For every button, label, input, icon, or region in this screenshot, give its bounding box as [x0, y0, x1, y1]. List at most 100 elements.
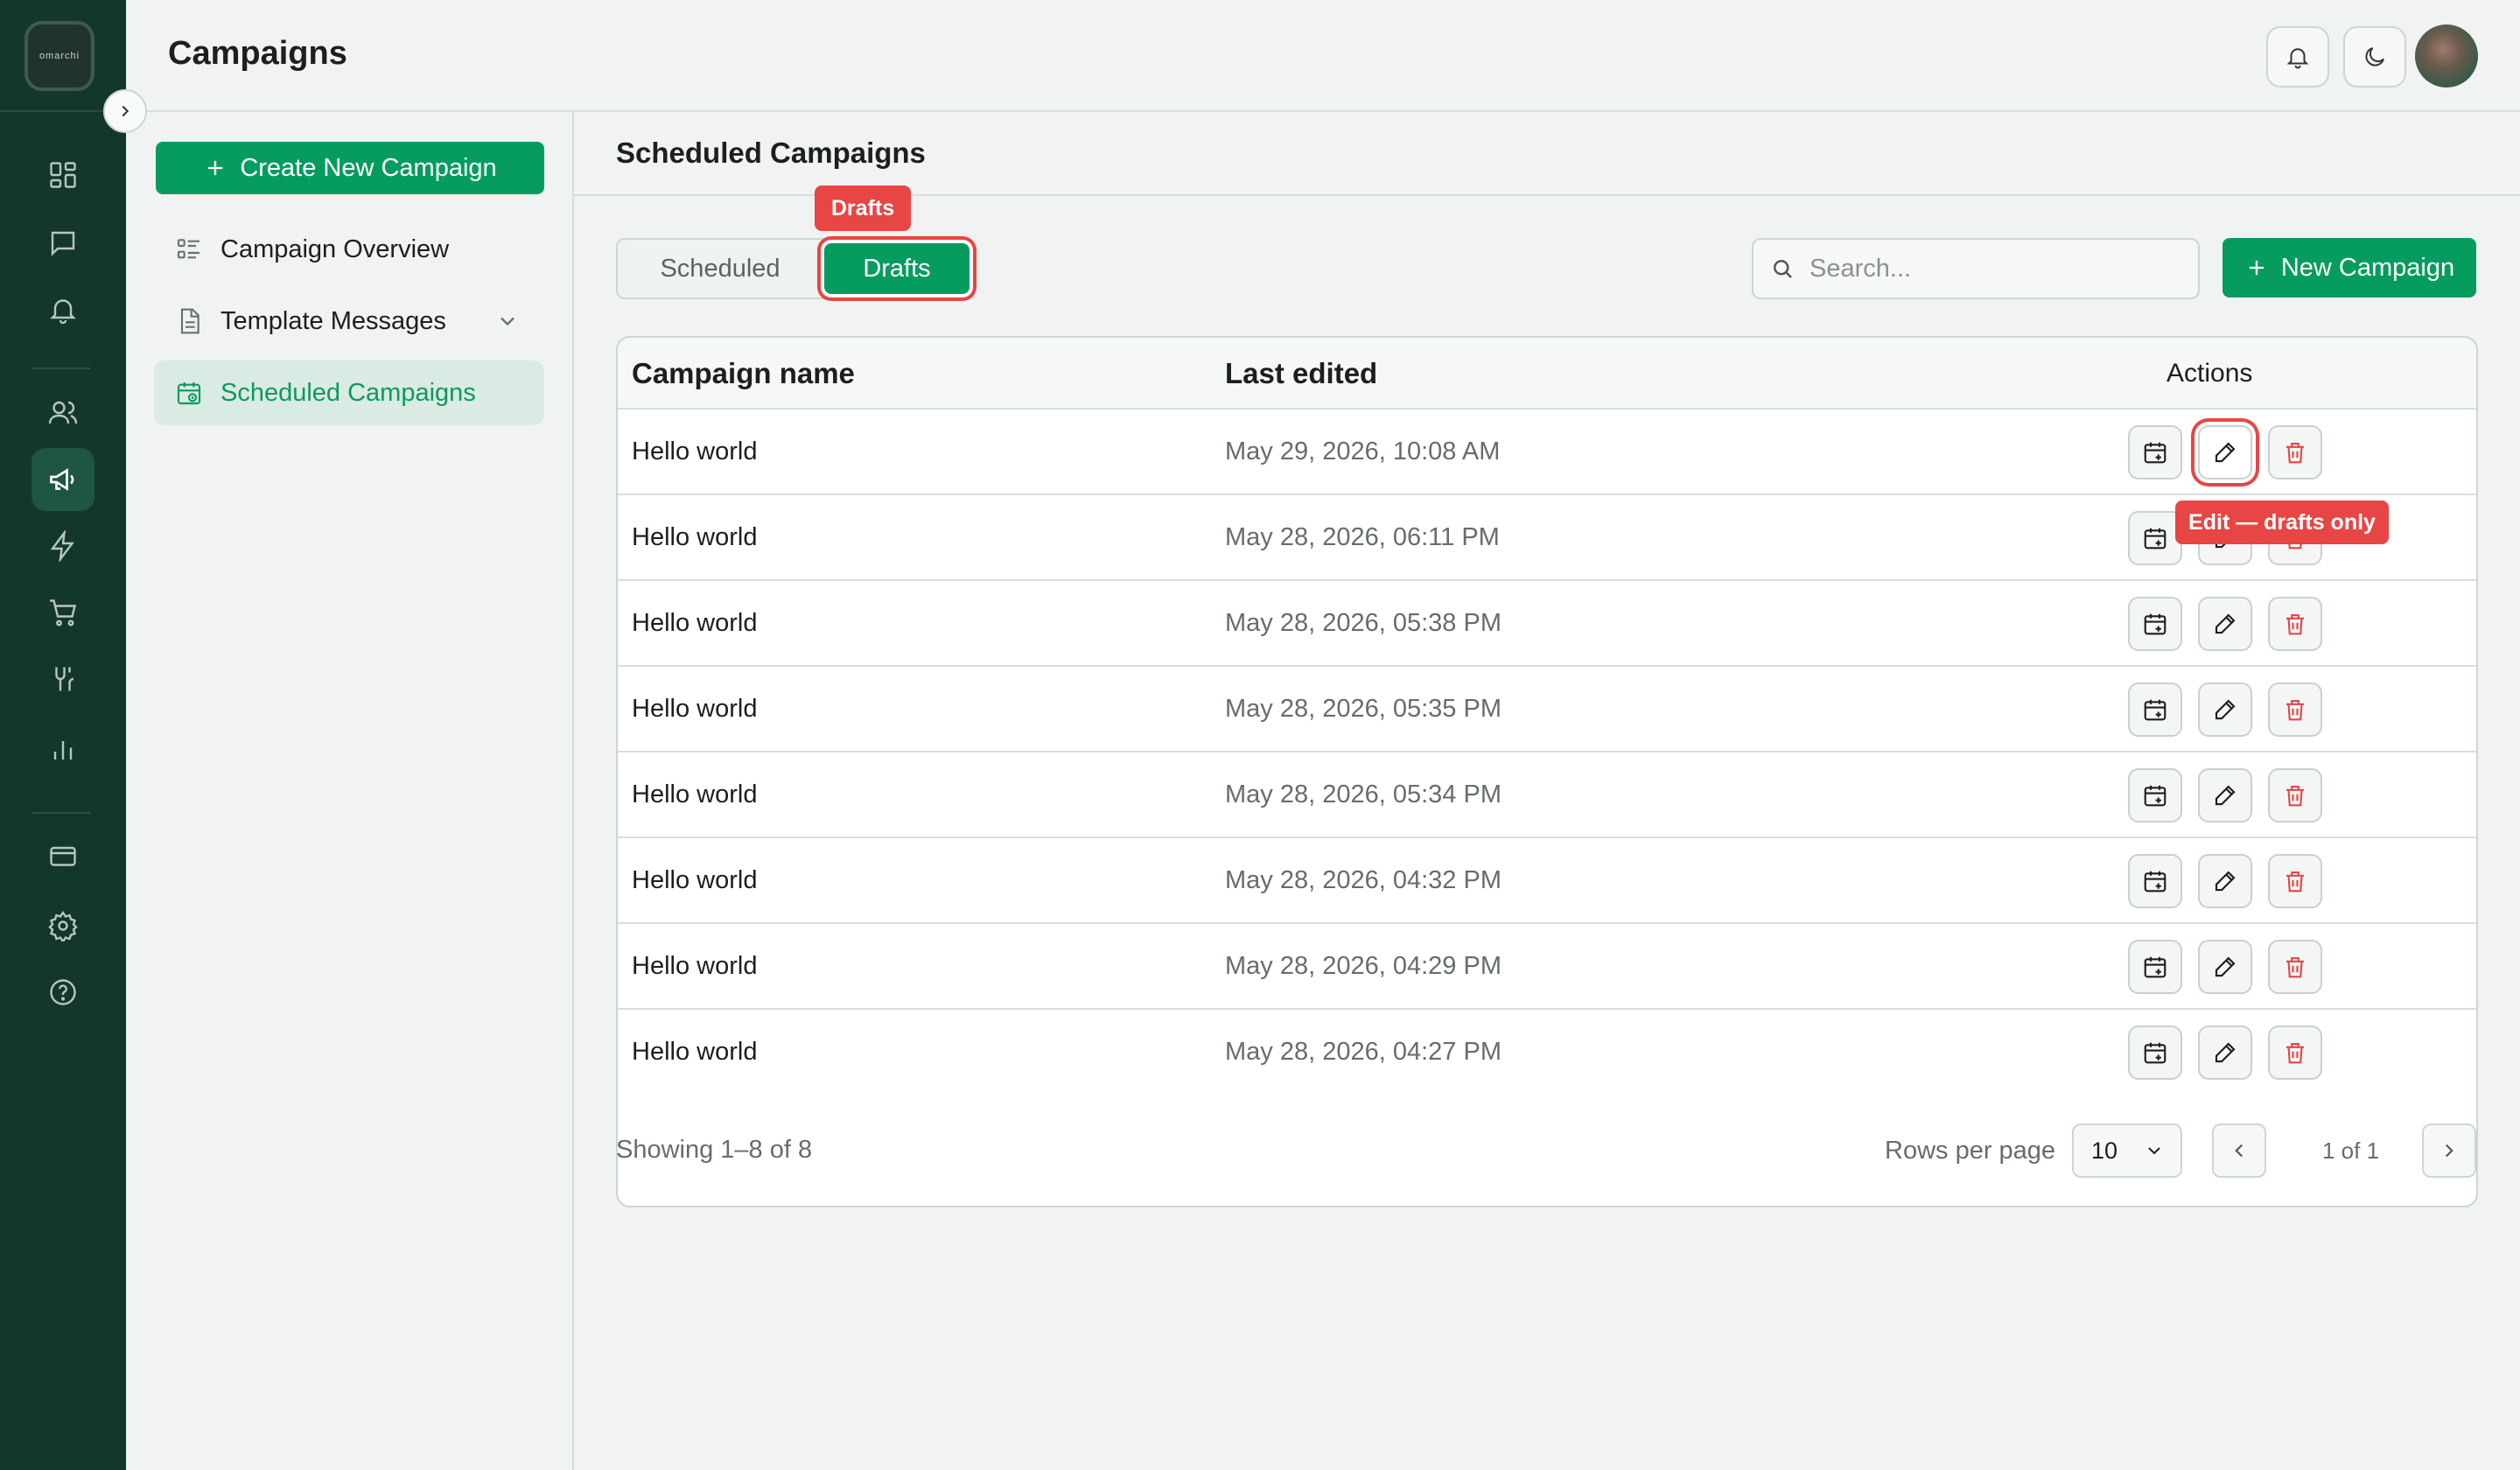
contacts-icon[interactable] — [32, 382, 94, 444]
tab-drafts[interactable]: Drafts — [824, 243, 970, 294]
delete-button[interactable] — [2268, 597, 2322, 651]
calendar-plus-icon — [2142, 954, 2168, 980]
delete-button[interactable] — [2268, 940, 2322, 994]
edit-button[interactable] — [2198, 940, 2252, 994]
automation-icon[interactable] — [32, 514, 94, 578]
plus-icon — [2249, 260, 2264, 276]
help-icon[interactable] — [32, 961, 94, 1024]
dashboard-icon[interactable] — [32, 144, 94, 206]
table-row: Hello world May 28, 2026, 04:29 PM — [618, 924, 2476, 1010]
document-icon — [180, 308, 200, 334]
avatar[interactable] — [2415, 24, 2478, 88]
rows-per-page-label: Rows per page — [1885, 1137, 2056, 1165]
chevron-down-icon[interactable] — [495, 309, 520, 333]
last-edited-cell: May 29, 2026, 10:08 AM — [1225, 438, 1501, 466]
rows-per-page-value: 10 — [2091, 1137, 2118, 1164]
schedule-button[interactable] — [2128, 682, 2182, 737]
integrations-icon[interactable] — [32, 648, 94, 710]
theme-toggle-button[interactable] — [2343, 26, 2406, 88]
chevron-down-icon — [2148, 1147, 2160, 1155]
table-row: Hello world May 28, 2026, 05:38 PM — [618, 581, 2476, 667]
tab-scheduled[interactable]: Scheduled — [620, 242, 821, 296]
last-edited-cell: May 28, 2026, 05:35 PM — [1225, 695, 1502, 723]
campaign-name-cell: Hello world — [632, 695, 758, 723]
edit-button[interactable] — [2198, 854, 2252, 908]
delete-button[interactable] — [2268, 425, 2322, 480]
next-page-button[interactable] — [2422, 1124, 2476, 1178]
delete-button[interactable] — [2268, 682, 2322, 737]
new-campaign-button[interactable]: New Campaign — [2222, 238, 2476, 298]
calendar-plus-icon — [2142, 868, 2168, 894]
left-rail: omarchi — [0, 0, 126, 1470]
rail-divider — [32, 812, 91, 814]
notifications-icon[interactable] — [32, 278, 94, 341]
megaphone-icon[interactable] — [32, 448, 94, 511]
header-campaign-name: Campaign name — [632, 357, 855, 389]
sidebar-item-label: Template Messages — [220, 306, 446, 335]
search-box[interactable] — [1752, 238, 2200, 299]
table-header: Campaign name Last edited Actions — [618, 338, 2476, 410]
rows-per-page-select[interactable]: 10 — [2072, 1124, 2182, 1178]
drafts-callout-badge: Drafts — [815, 186, 911, 231]
create-new-campaign-button[interactable]: Create New Campaign — [156, 142, 544, 194]
analytics-icon[interactable] — [32, 718, 94, 780]
campaigns-sidebar: Create New Campaign Campaign Overview Te… — [126, 112, 574, 1470]
edit-button[interactable] — [2198, 425, 2252, 480]
schedule-button[interactable] — [2128, 1026, 2182, 1080]
settings-icon[interactable] — [32, 894, 94, 957]
chat-icon[interactable] — [32, 212, 94, 275]
pencil-icon — [2212, 782, 2238, 808]
last-edited-cell: May 28, 2026, 05:38 PM — [1225, 609, 1502, 637]
notifications-button[interactable] — [2266, 26, 2329, 88]
trash-icon — [2282, 868, 2308, 894]
schedule-button[interactable] — [2128, 768, 2182, 822]
billing-icon[interactable] — [32, 824, 94, 887]
app-logo[interactable]: omarchi — [24, 21, 94, 91]
sidebar-item-template-messages[interactable]: Template Messages — [154, 289, 544, 354]
trash-icon — [2282, 696, 2308, 723]
trash-icon — [2282, 439, 2308, 466]
last-edited-cell: May 28, 2026, 04:27 PM — [1225, 1038, 1502, 1066]
cart-icon[interactable] — [32, 581, 94, 644]
campaign-name-cell: Hello world — [632, 523, 758, 551]
schedule-button[interactable] — [2128, 854, 2182, 908]
last-edited-cell: May 28, 2026, 04:29 PM — [1225, 952, 1502, 980]
header-actions: Actions — [2166, 359, 2253, 388]
main-content: Scheduled Campaigns Scheduled Drafts Dra… — [574, 112, 2520, 1470]
drafts-table: Campaign name Last edited Actions Hello … — [616, 336, 2478, 1208]
delete-button[interactable] — [2268, 854, 2322, 908]
campaign-name-cell: Hello world — [632, 609, 758, 637]
plus-icon — [208, 160, 223, 176]
trash-icon — [2282, 782, 2308, 808]
trash-icon — [2282, 1040, 2308, 1066]
campaign-name-cell: Hello world — [632, 952, 758, 980]
page-indicator: 1 of 1 — [2322, 1138, 2380, 1164]
edit-tooltip: Edit — drafts only — [2175, 500, 2389, 544]
schedule-button[interactable] — [2128, 511, 2182, 565]
last-edited-cell: May 28, 2026, 04:32 PM — [1225, 866, 1502, 894]
previous-page-button[interactable] — [2212, 1124, 2266, 1178]
schedule-button[interactable] — [2128, 940, 2182, 994]
delete-button[interactable] — [2268, 1026, 2322, 1080]
edit-button[interactable] — [2198, 682, 2252, 737]
search-icon — [1774, 260, 1792, 278]
chevron-right-icon — [2445, 1144, 2454, 1158]
calendar-plus-icon — [2142, 611, 2168, 637]
sidebar-toggle-button[interactable] — [103, 89, 147, 133]
sidebar-item-campaign-overview[interactable]: Campaign Overview — [154, 217, 544, 282]
pencil-icon — [2212, 439, 2238, 466]
rail-divider — [32, 368, 91, 369]
sidebar-item-scheduled-campaigns[interactable]: Scheduled Campaigns — [154, 360, 544, 425]
edit-button[interactable] — [2198, 1026, 2252, 1080]
search-input[interactable] — [1810, 254, 2177, 284]
edit-button[interactable] — [2198, 768, 2252, 822]
schedule-button[interactable] — [2128, 597, 2182, 651]
list-icon — [177, 239, 200, 259]
table-row: Hello world May 28, 2026, 04:32 PM — [618, 838, 2476, 924]
edit-button[interactable] — [2198, 597, 2252, 651]
page-title: Campaigns — [168, 35, 347, 72]
delete-button[interactable] — [2268, 768, 2322, 822]
showing-count: Showing 1–8 of 8 — [616, 1136, 813, 1164]
schedule-button[interactable] — [2128, 425, 2182, 480]
pencil-icon — [2212, 954, 2238, 980]
